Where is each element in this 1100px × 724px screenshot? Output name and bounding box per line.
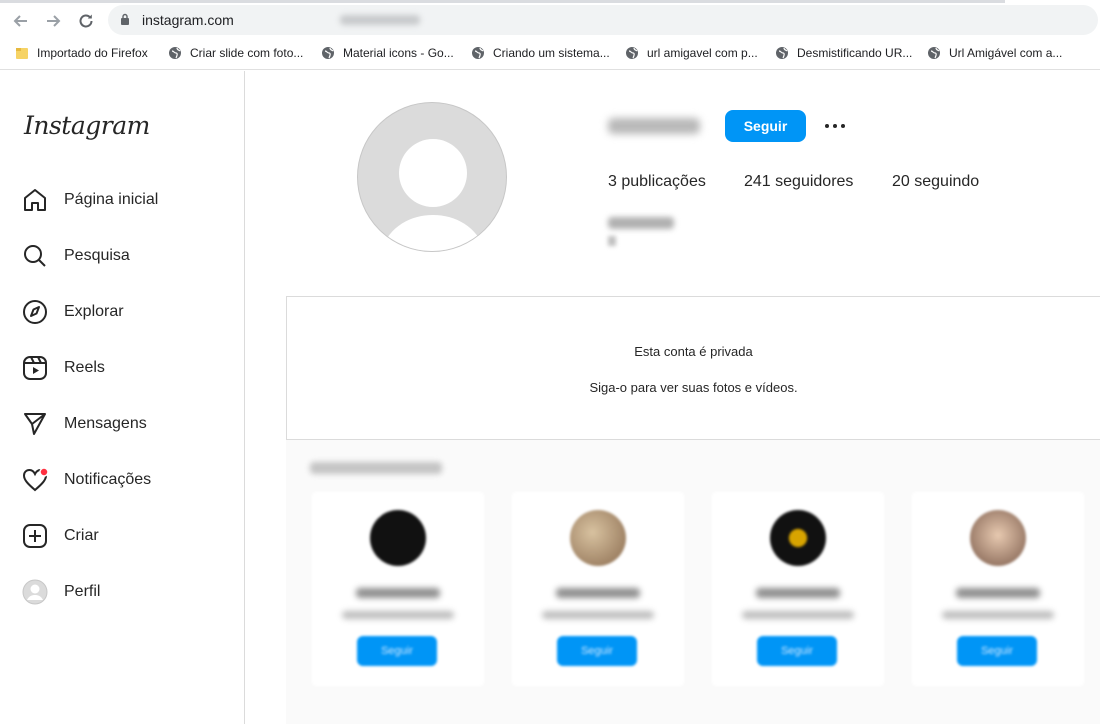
suggestion-avatar[interactable] [770,510,826,566]
tab-strip-edge [0,0,1005,3]
suggestion-subtitle-redacted [542,611,654,619]
home-icon [24,189,46,211]
posts-count: 3 publicações [608,173,706,191]
suggestion-subtitle-redacted [742,611,854,619]
profile-fullname-redacted [608,217,674,229]
sidebar-item-label: Página inicial [64,191,159,208]
bookmark-item[interactable]: Material icons - Go... [321,46,454,60]
heart-icon [22,467,48,492]
sidebar-item-label: Mensagens [64,415,147,432]
bookmark-label: Importado do Firefox [37,46,148,60]
suggestion-card: Seguir [712,492,884,686]
instagram-logo[interactable]: Instagram [24,111,150,140]
sidebar-item-create[interactable]: Criar [22,521,99,551]
suggestion-name-redacted [956,588,1040,598]
url-text: instagram.com [142,12,234,28]
sidebar-item-label: Perfil [64,583,101,600]
followers-count-value: 241 [744,173,771,190]
posts-count-label: publicações [616,173,706,190]
following-count[interactable]: 20 seguindo [892,173,979,191]
suggestion-card: Seguir [512,492,684,686]
following-count-value: 20 [892,173,910,190]
following-count-label: seguindo [909,173,980,190]
sidebar-item-home[interactable]: Página inicial [22,185,158,215]
bookmark-item[interactable]: url amigavel com p... [625,46,758,60]
suggestion-avatar[interactable] [370,510,426,566]
more-options-icon[interactable] [822,114,848,138]
lock-icon [121,13,129,25]
reels-icon [23,356,47,380]
folder-icon [16,48,28,59]
sidebar-item-reels[interactable]: Reels [22,353,105,383]
sidebar-item-label: Pesquisa [64,247,130,264]
send-icon [24,413,46,435]
suggestion-follow-button[interactable]: Seguir [757,636,837,666]
suggestion-subtitle-redacted [942,611,1054,619]
search-icon [24,245,46,267]
sidebar-item-label: Reels [64,359,105,376]
browser-toolbar: instagram.com [0,0,1100,40]
back-icon[interactable] [10,10,32,32]
plus-square-icon [23,524,47,548]
private-title: Esta conta é privada [634,344,753,359]
suggestion-subtitle-redacted [342,611,454,619]
forward-icon[interactable] [42,10,64,32]
bookmark-label: Desmistificando UR... [797,46,913,60]
sidebar: Instagram Página inicial Pesquisa Explor… [0,71,245,724]
compass-icon [23,300,47,324]
default-avatar-icon [380,139,486,251]
profile-username-redacted [608,118,700,134]
sidebar-item-label: Criar [64,527,99,544]
bookmark-label: Material icons - Go... [343,46,454,60]
suggestion-avatar[interactable] [570,510,626,566]
profile-avatar [357,102,507,252]
bookmark-item[interactable]: Criar slide com foto... [168,46,303,60]
suggestion-name-redacted [356,588,440,598]
bookmark-label: url amigavel com p... [647,46,758,60]
profile-bio-redacted [608,236,616,246]
address-bar[interactable]: instagram.com [108,5,1098,35]
bookmark-item[interactable]: Criando um sistema... [471,46,610,60]
suggestion-follow-button[interactable]: Seguir [357,636,437,666]
url-path-redacted [340,15,420,25]
sidebar-item-notifications[interactable]: Notificações [22,465,151,495]
sidebar-item-profile[interactable]: Perfil [22,577,100,607]
suggestion-card: Seguir [312,492,484,686]
bookmark-label: Url Amigável com a... [949,46,1063,60]
private-subtitle: Siga-o para ver suas fotos e vídeos. [589,380,798,395]
sidebar-item-label: Explorar [64,303,124,320]
suggestion-name-redacted [756,588,840,598]
followers-count-label: seguidores [770,173,854,190]
globe-icon [322,47,334,59]
globe-icon [626,47,638,59]
reload-icon[interactable] [75,10,97,32]
bookmark-item[interactable]: Desmistificando UR... [775,46,912,60]
bookmark-folder[interactable]: Importado do Firefox [15,46,148,60]
suggestion-avatar[interactable] [970,510,1026,566]
suggestions-section: Seguir Seguir Seguir Seguir [286,440,1100,724]
suggestion-follow-button[interactable]: Seguir [557,636,637,666]
sidebar-item-search[interactable]: Pesquisa [22,241,130,271]
sidebar-item-explore[interactable]: Explorar [22,297,124,327]
private-account-notice: Esta conta é privada Siga-o para ver sua… [286,296,1100,440]
bookmark-label: Criando um sistema... [493,46,610,60]
posts-count-value: 3 [608,173,617,190]
sidebar-item-messages[interactable]: Mensagens [22,409,147,439]
suggestion-follow-button[interactable]: Seguir [957,636,1037,666]
avatar-icon [22,579,48,605]
globe-icon [928,47,940,59]
suggestions-title-redacted [310,462,442,474]
bookmark-label: Criar slide com foto... [190,46,304,60]
globe-icon [472,47,484,59]
sidebar-item-label: Notificações [64,471,152,488]
follow-button[interactable]: Seguir [725,110,806,142]
bookmarks-bar: Importado do Firefox Criar slide com fot… [0,40,1100,70]
bookmark-item[interactable]: Url Amigável com a... [927,46,1062,60]
suggestion-name-redacted [556,588,640,598]
globe-icon [169,47,181,59]
globe-icon [776,47,788,59]
suggestion-card: Seguir [912,492,1084,686]
followers-count[interactable]: 241 seguidores [744,173,853,191]
